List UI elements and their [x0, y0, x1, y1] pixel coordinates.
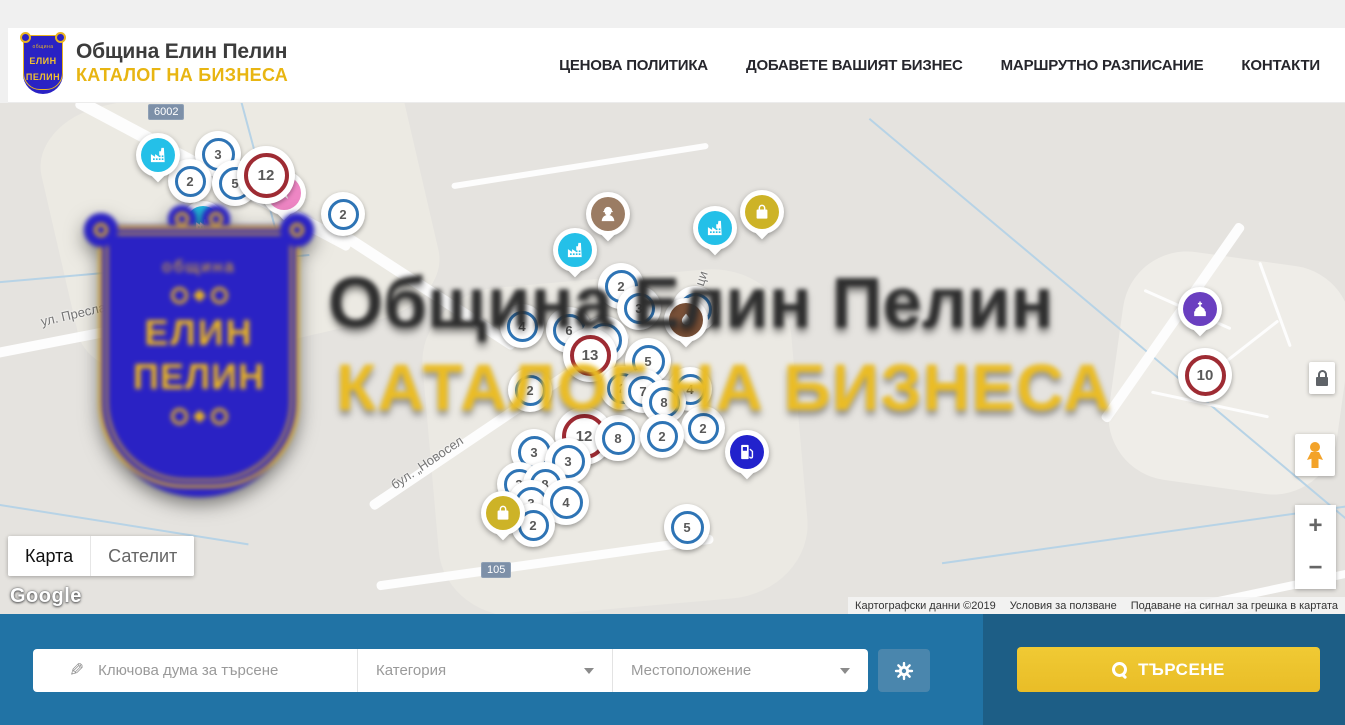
factory-pin[interactable]	[693, 206, 737, 264]
pencil-icon: ✎	[69, 660, 84, 681]
google-logo[interactable]: Google	[10, 585, 82, 608]
factory-pin[interactable]	[136, 133, 180, 191]
map-type-satellite-button[interactable]: Сателит	[90, 536, 194, 576]
cluster-marker[interactable]: 2	[508, 368, 552, 412]
church-icon	[1190, 299, 1210, 319]
flame-pin[interactable]	[664, 298, 708, 356]
factory-icon	[705, 218, 725, 238]
location-select[interactable]: Местоположение	[612, 649, 868, 692]
search-button[interactable]: ТЪРСЕНЕ	[1017, 647, 1320, 692]
shopping-bag-pin[interactable]	[481, 491, 525, 549]
factory-pin[interactable]	[553, 228, 597, 286]
nav-item-schedule[interactable]: МАРШРУТНО РАЗПИСАНИЕ	[1001, 57, 1204, 74]
attribution-copyright: Картографски данни ©2019	[848, 597, 1003, 614]
map-markers-layer: 32512223546713522748212823338342510	[0, 103, 1345, 614]
route-badge: 105	[481, 562, 511, 578]
church-pin[interactable]	[1178, 287, 1222, 345]
factory-icon	[193, 213, 213, 233]
emblem-scroll-icon	[55, 32, 66, 43]
gear-icon	[893, 660, 915, 682]
keyword-input[interactable]	[98, 662, 328, 679]
top-strip	[0, 0, 1345, 28]
flame-icon	[677, 311, 695, 329]
search-icon	[1112, 662, 1127, 677]
map-attribution: Картографски данни ©2019 Условия за полз…	[848, 597, 1345, 614]
fuel-icon	[737, 442, 757, 462]
cluster-marker[interactable]: 4	[500, 304, 544, 348]
advanced-settings-button[interactable]	[878, 649, 930, 692]
map-type-map-button[interactable]: Карта	[8, 536, 90, 576]
main-nav: ЦЕНОВА ПОЛИТИКА ДОБАВЕТЕ ВАШИЯТ БИЗНЕС М…	[559, 28, 1320, 103]
zoom-in-button[interactable]: +	[1295, 505, 1336, 547]
brand-logo-link[interactable]: община ЕЛИН ПЕЛИН Община Елин Пелин КАТА…	[20, 32, 288, 94]
emblem-scroll-icon	[20, 32, 31, 43]
zoom-control: + −	[1295, 505, 1336, 589]
chevron-down-icon	[840, 668, 850, 674]
cluster-marker[interactable]: 5	[664, 504, 710, 550]
keyword-field: ✎	[33, 649, 357, 692]
cluster-marker[interactable]: 8	[595, 415, 641, 461]
factory-pin[interactable]	[181, 201, 225, 259]
zoom-out-button[interactable]: −	[1295, 547, 1336, 589]
street-view-pegman-button[interactable]	[1295, 434, 1335, 476]
search-form: ✎ Категория Местоположение	[33, 649, 868, 692]
cluster-marker[interactable]: 2	[321, 192, 365, 236]
worker-icon	[598, 204, 618, 224]
site-subtitle: КАТАЛОГ НА БИЗНЕСА	[76, 65, 288, 86]
report-error-link[interactable]: Подаване на сигнал за грешка в картата	[1124, 597, 1345, 614]
cluster-marker[interactable]: 12	[237, 146, 295, 204]
factory-icon	[565, 240, 585, 260]
map-canvas[interactable]: ул. Преслав бул. „Новосел ци 6002 105 32…	[0, 103, 1345, 614]
municipality-emblem: община ЕЛИН ПЕЛИН	[20, 32, 66, 94]
cluster-marker[interactable]: 2	[681, 406, 725, 450]
site-header: община ЕЛИН ПЕЛИН Община Елин Пелин КАТА…	[0, 28, 1345, 103]
chevron-down-icon	[584, 668, 594, 674]
factory-icon	[148, 145, 168, 165]
shopping-bag-icon	[493, 503, 513, 523]
route-badge: 6002	[148, 104, 184, 120]
site-title: Община Елин Пелин	[76, 40, 288, 64]
shopping-bag-icon	[752, 202, 772, 222]
cluster-marker[interactable]: 3	[617, 286, 661, 330]
lock-button[interactable]	[1309, 362, 1335, 394]
search-bar: ✎ Категория Местоположение	[0, 614, 1345, 725]
nav-item-contacts[interactable]: КОНТАКТИ	[1241, 57, 1320, 74]
cluster-marker[interactable]: 2	[640, 414, 684, 458]
lock-icon	[1318, 370, 1327, 377]
nav-item-pricing[interactable]: ЦЕНОВА ПОЛИТИКА	[559, 57, 708, 74]
pegman-icon	[1307, 442, 1323, 468]
fuel-pin[interactable]	[725, 430, 769, 488]
category-select[interactable]: Категория	[357, 649, 612, 692]
nav-item-add-business[interactable]: ДОБАВЕТЕ ВАШИЯТ БИЗНЕС	[746, 57, 963, 74]
shopping-bag-pin[interactable]	[740, 190, 784, 248]
left-strip	[0, 28, 8, 103]
map-type-control: Карта Сателит	[8, 536, 194, 576]
cluster-marker[interactable]: 10	[1178, 348, 1232, 402]
page: община ЕЛИН ПЕЛИН Община Елин Пелин КАТА…	[0, 0, 1345, 725]
terms-link[interactable]: Условия за ползване	[1003, 597, 1124, 614]
